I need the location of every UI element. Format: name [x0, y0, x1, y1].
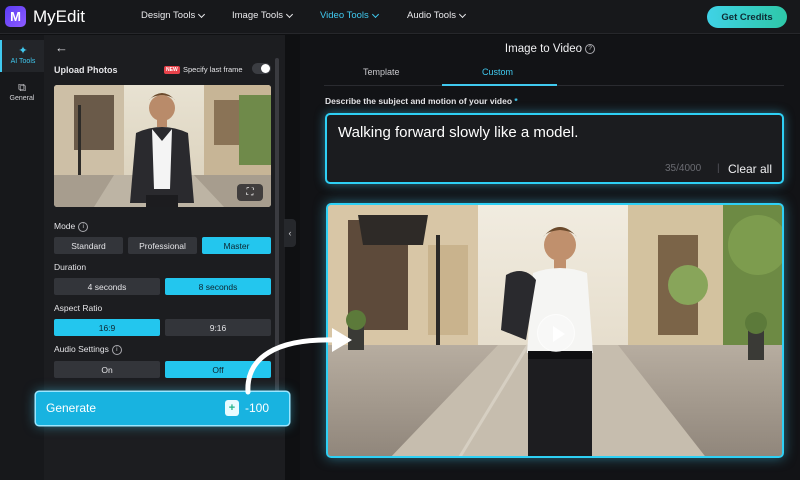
nav-audio-tools[interactable]: Audio Tools [407, 10, 466, 21]
play-icon[interactable] [537, 314, 575, 352]
nav-video-tools[interactable]: Video Tools [320, 10, 379, 21]
aspect-16-9-button[interactable]: 16:9 [54, 319, 160, 336]
upload-photos-label: Upload Photos [54, 65, 118, 75]
duration-8-seconds-button[interactable]: 8 seconds [165, 278, 271, 295]
duration-label: Duration [54, 262, 87, 272]
tab-template[interactable]: Template [363, 67, 400, 77]
credit-icon: + [225, 400, 239, 416]
get-credits-button[interactable]: Get Credits [707, 6, 787, 28]
credit-cost: -100 [245, 401, 270, 415]
rail-item-general[interactable]: ⧉ General [0, 77, 44, 109]
copy-icon: ⧉ [18, 82, 26, 94]
prompt-text[interactable]: Walking forward slowly like a model. [338, 124, 578, 141]
char-counter: 35/4000 [665, 163, 702, 174]
back-arrow-icon[interactable]: ← [55, 40, 68, 55]
myedit-logo-icon: M [5, 6, 26, 27]
help-icon[interactable]: ? [585, 43, 596, 54]
mode-master-button[interactable]: Master [202, 237, 271, 254]
mode-standard-button[interactable]: Standard [54, 237, 123, 254]
prompt-textarea[interactable]: Walking forward slowly like a model. 35/… [325, 113, 784, 184]
active-tab-indicator [442, 84, 557, 86]
audio-settings-label: Audio Settings i [54, 344, 122, 355]
page-title: Image to Video? [300, 43, 800, 55]
mode-professional-button[interactable]: Professional [128, 237, 197, 254]
specify-last-frame-label: Specify last frame [183, 65, 243, 74]
nav-image-tools[interactable]: Image Tools [232, 10, 294, 21]
chevron-down-icon [458, 10, 466, 18]
rail-item-ai-tools[interactable]: ✦ AI Tools [0, 40, 44, 72]
info-icon[interactable]: i [78, 221, 89, 232]
aspect-ratio-label: Aspect Ratio [54, 303, 103, 313]
crop-icon[interactable]: ⛶ [237, 184, 263, 201]
info-icon[interactable]: i [111, 344, 122, 355]
nav-design-tools[interactable]: Design Tools [141, 10, 206, 21]
audio-on-button[interactable]: On [54, 361, 160, 378]
specify-last-frame-toggle[interactable] [252, 63, 271, 74]
curved-arrow-icon [245, 328, 352, 395]
duration-4-seconds-button[interactable]: 4 seconds [54, 278, 160, 295]
collapse-panel-chevron-icon[interactable]: ‹ [284, 219, 296, 247]
tab-custom[interactable]: Custom [482, 67, 513, 77]
chevron-down-icon [371, 10, 379, 18]
chevron-down-icon [198, 10, 206, 18]
prompt-label: Describe the subject and motion of your … [325, 96, 518, 106]
mode-label: Mode i [54, 221, 89, 232]
app-name: MyEdit [33, 6, 85, 26]
new-badge: NEW [164, 66, 180, 74]
top-bar [0, 0, 800, 34]
clear-all-button[interactable]: Clear all [728, 162, 772, 176]
app-logo[interactable]: M MyEdit [5, 6, 85, 27]
chevron-down-icon [286, 10, 294, 18]
counter-separator: | [717, 163, 720, 174]
magic-wand-icon: ✦ [18, 45, 28, 57]
